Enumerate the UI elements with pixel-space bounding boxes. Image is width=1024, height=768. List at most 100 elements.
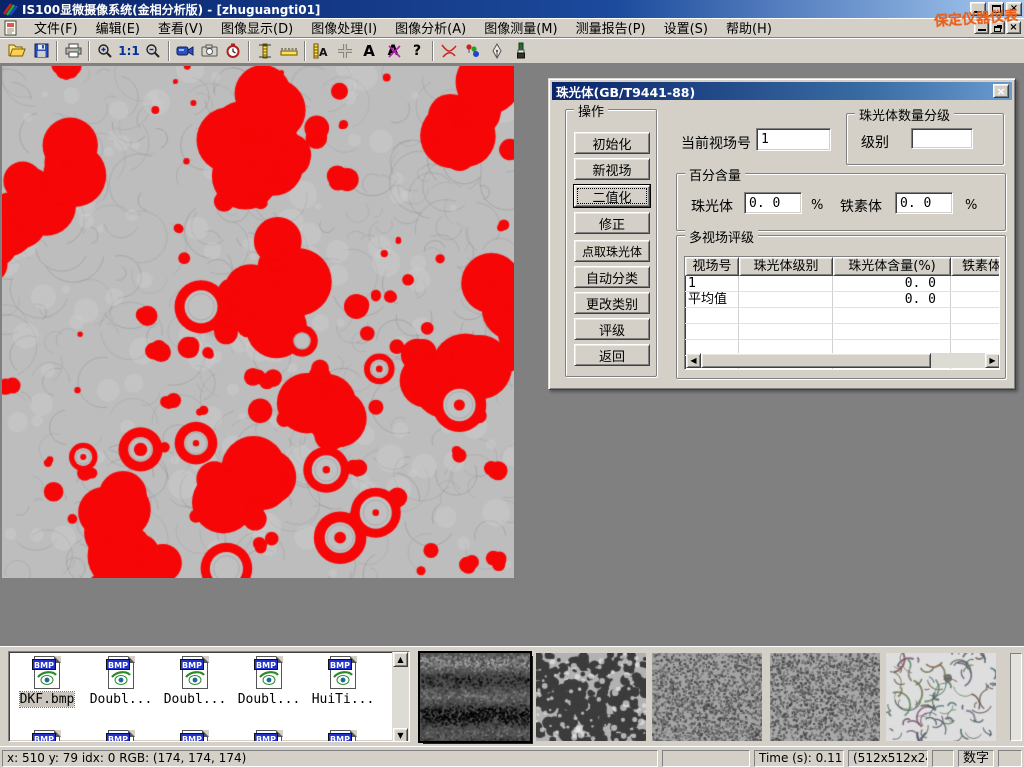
scroll-right-icon[interactable]: ▶ <box>985 353 1000 368</box>
scroll-left-icon[interactable]: ◀ <box>686 353 701 368</box>
application-window: IS100显微摄像系统(金相分析版) - [zhuguangti01] × 保定… <box>0 0 1024 768</box>
thumbnail-2[interactable] <box>536 653 646 741</box>
change-class-button[interactable]: 更改类别 <box>574 292 650 314</box>
close-button[interactable]: × <box>1006 2 1022 16</box>
current-field-label: 当前视场号 <box>681 133 751 153</box>
menu-image-processing[interactable]: 图像处理(I) <box>302 16 386 39</box>
video-camera-icon[interactable] <box>173 40 197 62</box>
initialize-button[interactable]: 初始化 <box>574 132 650 154</box>
file-name[interactable]: Doubl... <box>238 692 301 707</box>
col-pearlite-content[interactable]: 珠光体含量(%) <box>833 257 951 276</box>
grade-input[interactable] <box>911 128 973 149</box>
maximize-button[interactable] <box>988 2 1004 16</box>
multifield-group: 多视场评级 视场号 珠光体级别 珠光体含量(%) 铁素体含量(%) 1 0. 0… <box>676 235 1006 379</box>
file-item[interactable]: BMP Doubl... <box>84 656 158 707</box>
minimize-button[interactable] <box>970 2 986 16</box>
help-icon[interactable]: ? <box>405 40 429 62</box>
table-row-empty <box>685 308 999 324</box>
menu-edit[interactable]: 编辑(E) <box>87 16 149 39</box>
document-icon <box>3 20 19 36</box>
mdi-restore-button[interactable] <box>990 21 1005 34</box>
pearlite-percent-input[interactable] <box>744 192 802 214</box>
thumbnail-1[interactable] <box>420 653 530 741</box>
thumbnail-5[interactable] <box>886 653 996 741</box>
new-field-button[interactable]: 新视场 <box>574 158 650 180</box>
move-cross-icon[interactable] <box>333 40 357 62</box>
pick-pearlite-button[interactable]: 点取珠光体 <box>574 240 650 262</box>
zoom-out-icon[interactable] <box>141 40 165 62</box>
auto-classify-button[interactable]: 自动分类 <box>574 266 650 288</box>
mdi-close-button[interactable]: × <box>1006 21 1021 34</box>
print-icon[interactable] <box>61 40 85 62</box>
file-item[interactable]: BMP Doubl... <box>232 656 306 707</box>
bmp-file-icon: BMP <box>32 656 62 690</box>
table-horizontal-scrollbar[interactable]: ◀ ▶ <box>686 353 1000 368</box>
menu-view[interactable]: 查看(V) <box>149 16 212 39</box>
bmp-file-icon: BMP <box>180 730 210 742</box>
actual-size-icon[interactable]: 1:1 <box>117 40 141 62</box>
bmp-file-icon: BMP <box>32 730 62 742</box>
brush-icon[interactable] <box>509 40 533 62</box>
bmp-file-icon: BMP <box>328 656 358 690</box>
dialog-title-bar[interactable]: 珠光体(GB/T9441-88) × <box>552 82 1012 100</box>
col-field-number[interactable]: 视场号 <box>685 257 739 276</box>
col-ferrite-content[interactable]: 铁素体含量(%) <box>951 257 1000 276</box>
scroll-thumb[interactable] <box>701 353 931 368</box>
caliper-icon[interactable] <box>253 40 277 62</box>
dialog-close-button[interactable]: × <box>993 84 1009 98</box>
camera-icon[interactable] <box>197 40 221 62</box>
col-pearlite-grade[interactable]: 珠光体级别 <box>739 257 833 276</box>
binarize-button[interactable]: 二值化 <box>574 185 650 207</box>
zoom-in-icon[interactable] <box>93 40 117 62</box>
file-item[interactable]: BMP DKF.bmp <box>10 656 84 707</box>
thumbnail-scroll-strip[interactable] <box>1010 653 1022 741</box>
menu-image-analysis[interactable]: 图像分析(A) <box>386 16 475 39</box>
marker-pins-icon[interactable] <box>461 40 485 62</box>
menu-help[interactable]: 帮助(H) <box>717 16 781 39</box>
text-icon[interactable]: A <box>357 40 381 62</box>
bmp-file-icon: BMP <box>180 656 210 690</box>
svg-text:A: A <box>319 46 328 59</box>
rating-table[interactable]: 视场号 珠光体级别 珠光体含量(%) 铁素体含量(%) 1 0. 0 平均值 0… <box>684 256 1000 370</box>
ruler-icon[interactable] <box>277 40 301 62</box>
file-name[interactable]: DKF.bmp <box>20 692 75 707</box>
file-item[interactable]: BMP HuiTi... <box>306 656 380 707</box>
table-row[interactable]: 1 0. 0 <box>685 276 999 292</box>
dialog-close-icon: × <box>996 85 1005 98</box>
mdi-minimize-button[interactable] <box>974 21 989 34</box>
current-field-input[interactable] <box>756 128 831 151</box>
metallographic-image[interactable] <box>2 66 514 578</box>
return-button[interactable]: 返回 <box>574 344 650 366</box>
file-item[interactable]: BMP Doubl... <box>158 656 232 707</box>
toolbar-separator <box>248 41 250 61</box>
ferrite-percent-input[interactable] <box>895 192 953 214</box>
measure-text-icon[interactable]: A <box>309 40 333 62</box>
menu-image-display[interactable]: 图像显示(D) <box>212 16 302 39</box>
file-name[interactable]: Doubl... <box>90 692 153 707</box>
pen-tool-icon[interactable] <box>485 40 509 62</box>
file-name[interactable]: HuiTi... <box>312 692 375 707</box>
thumbnail-3[interactable] <box>652 653 762 741</box>
save-icon[interactable] <box>29 40 53 62</box>
cell-ferrite <box>951 276 1000 291</box>
menu-settings[interactable]: 设置(S) <box>655 16 717 39</box>
text-off-icon[interactable]: A <box>381 40 405 62</box>
correct-button[interactable]: 修正 <box>574 212 650 234</box>
file-name[interactable]: Doubl... <box>164 692 227 707</box>
bottom-panel: BMP DKF.bmp BMP Doubl... BMP Doubl... <box>0 646 1024 746</box>
cell-grade <box>739 292 833 307</box>
scroll-up-icon[interactable]: ▲ <box>393 652 408 667</box>
cursor-position-status: x: 510 y: 79 idx: 0 RGB: (174, 174, 174) <box>2 750 658 767</box>
cell-field: 1 <box>685 276 739 291</box>
scroll-down-icon[interactable]: ▼ <box>393 728 408 742</box>
menu-image-measure[interactable]: 图像测量(M) <box>475 16 566 39</box>
curve-tool-icon[interactable] <box>437 40 461 62</box>
menu-file[interactable]: 文件(F) <box>25 16 87 39</box>
rate-button[interactable]: 评级 <box>574 318 650 340</box>
thumbnail-4[interactable] <box>770 653 880 741</box>
table-row[interactable]: 平均值 0. 0 <box>685 292 999 308</box>
menu-measure-report[interactable]: 测量报告(P) <box>567 16 655 39</box>
timer-icon[interactable] <box>221 40 245 62</box>
file-scrollbar[interactable]: ▲ ▼ <box>392 652 409 742</box>
open-icon[interactable] <box>5 40 29 62</box>
